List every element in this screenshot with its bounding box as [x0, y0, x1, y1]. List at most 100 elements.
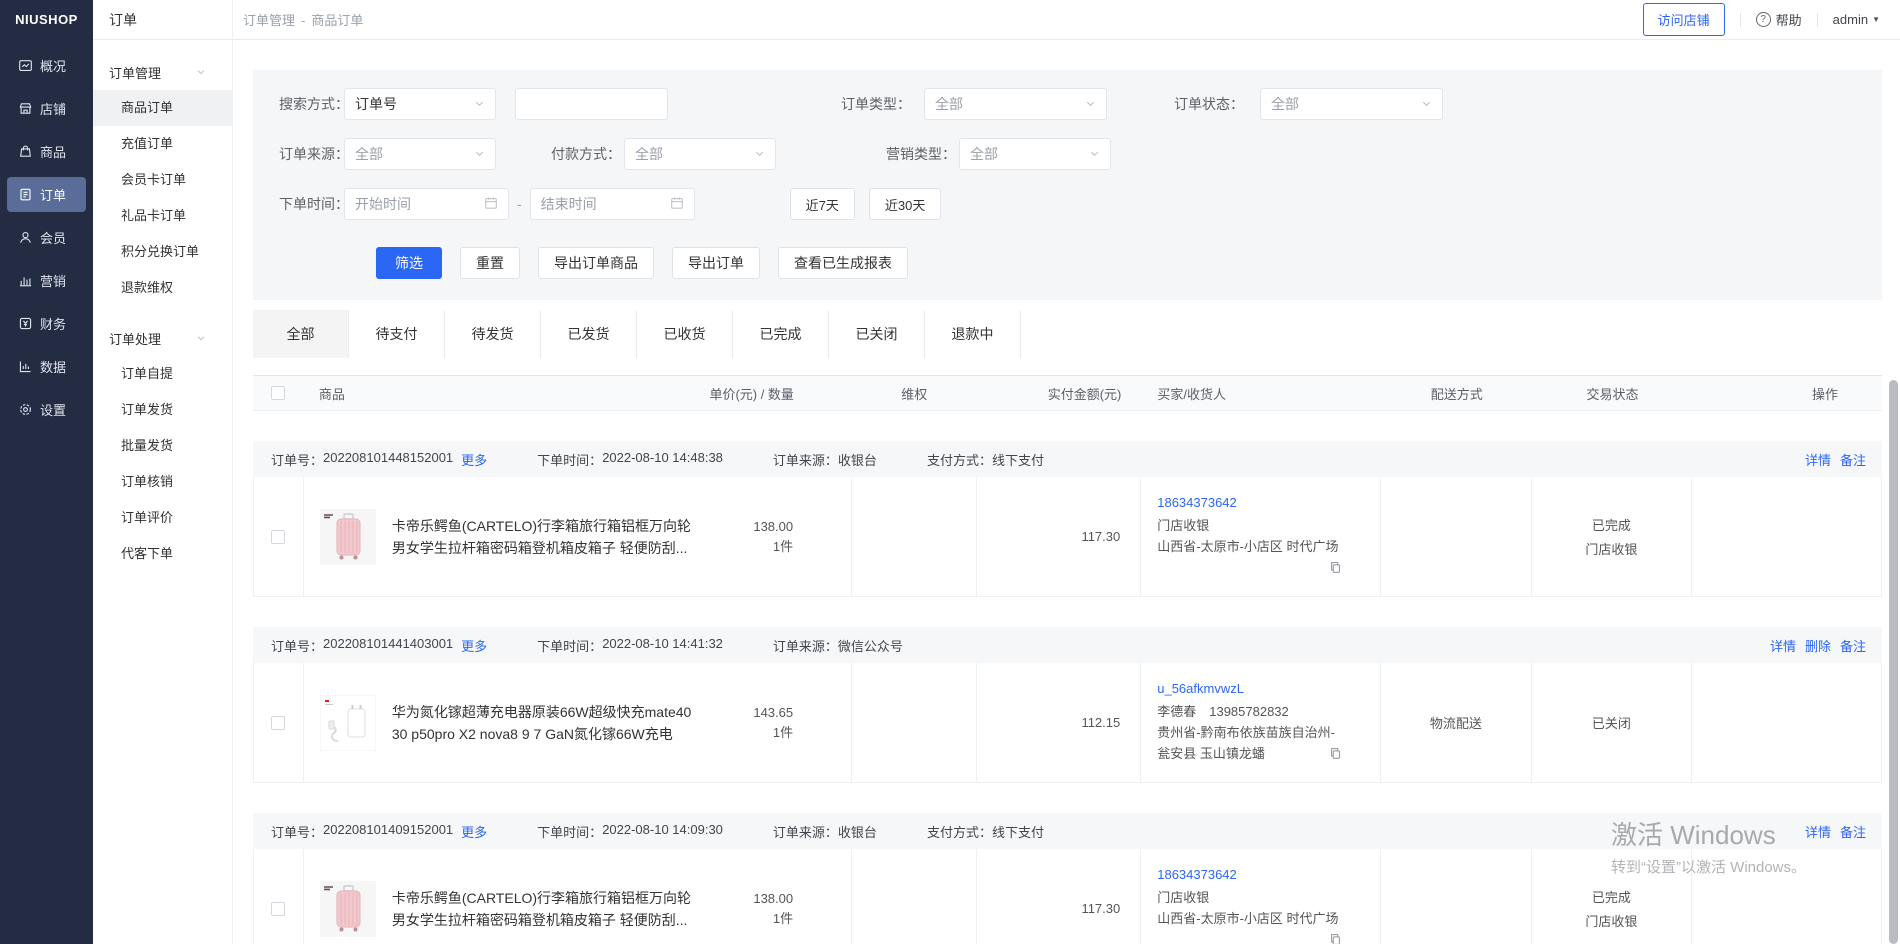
detail-link[interactable]: 详情: [1805, 450, 1831, 469]
marketing-type-select[interactable]: 全部: [959, 138, 1111, 170]
select-all-checkbox[interactable]: [271, 386, 285, 400]
order-group: 订单号：202208101441403001更多下单时间：2022-08-10 …: [253, 627, 1882, 783]
subnav-item-points-exchange-orders[interactable]: 积分兑换订单: [93, 234, 232, 270]
start-time-input[interactable]: 开始时间: [344, 188, 509, 220]
row-checkbox[interactable]: [271, 530, 285, 544]
subnav-item-order-verification[interactable]: 订单核销: [93, 464, 232, 500]
sidebar-item-finance[interactable]: 财务: [7, 306, 86, 341]
end-time-input[interactable]: 结束时间: [530, 188, 695, 220]
sidebar-item-overview[interactable]: 概况: [7, 48, 86, 83]
paid-amount: 117.30: [977, 477, 1142, 596]
buyer-cell: 18634373642门店收银山西省-太原市-小店区 时代广场: [1141, 849, 1380, 944]
help-label: 帮助: [1776, 10, 1802, 29]
export-order-goods-button[interactable]: 导出订单商品: [538, 247, 654, 279]
order-row: 卡帝乐鳄鱼(CARTELO)行李箱旅行箱铝框万向轮男女学生拉杆箱密码箱登机箱皮箱…: [253, 477, 1882, 597]
row-checkbox[interactable]: [271, 716, 285, 730]
trade-status: 已完成门店收银: [1532, 849, 1691, 944]
buyer-link[interactable]: 18634373642: [1157, 864, 1339, 885]
subnav-item-batch-delivery[interactable]: 批量发货: [93, 428, 232, 464]
subnav-item-member-card-orders[interactable]: 会员卡订单: [93, 162, 232, 198]
unit-price: 143.65: [753, 703, 793, 723]
detail-link[interactable]: 详情: [1805, 822, 1831, 841]
remark-link[interactable]: 备注: [1840, 450, 1866, 469]
pay-type-select[interactable]: 全部: [624, 138, 776, 170]
subnav-item-proxy-order[interactable]: 代客下单: [93, 536, 232, 572]
subnav-item-recharge-orders[interactable]: 充值订单: [93, 126, 232, 162]
delivery-method: [1381, 849, 1533, 944]
chevron-down-icon: [474, 96, 485, 112]
row-checkbox[interactable]: [271, 902, 285, 916]
product-image-luggage: [320, 509, 376, 565]
product-image-charger: [320, 695, 376, 751]
column-delivery: 配送方式: [1381, 384, 1533, 403]
subnav-item-goods-orders[interactable]: 商品订单: [93, 90, 232, 126]
buyer-link[interactable]: 18634373642: [1157, 492, 1339, 513]
tab-shipped[interactable]: 已发货: [541, 310, 637, 358]
buyer-line: 山西省-太原市-小店区 时代广场: [1157, 908, 1339, 929]
order-type-select[interactable]: 全部: [924, 88, 1107, 120]
sidebar-item-settings[interactable]: 设置: [7, 392, 86, 427]
tab-completed[interactable]: 已完成: [733, 310, 829, 358]
operations-cell: [1692, 663, 1881, 782]
more-link[interactable]: 更多: [461, 450, 487, 469]
subnav-item-gift-card-orders[interactable]: 礼品卡订单: [93, 198, 232, 234]
chevron-down-icon: [754, 146, 765, 162]
copy-icon[interactable]: [1329, 745, 1342, 766]
sidebar-item-goods[interactable]: 商品: [7, 134, 86, 169]
view-generated-report-button[interactable]: 查看已生成报表: [778, 247, 908, 279]
subnav-item-order-review[interactable]: 订单评价: [93, 500, 232, 536]
order-no: 202208101448152001: [323, 450, 453, 469]
filter-button[interactable]: 筛选: [376, 247, 442, 279]
buyer-link[interactable]: u_56afkmvwzL: [1157, 678, 1339, 699]
tab-all[interactable]: 全部: [253, 310, 349, 358]
more-link[interactable]: 更多: [461, 636, 487, 655]
order-time-label: 下单时间：: [279, 194, 344, 214]
order-source-select[interactable]: 全部: [344, 138, 496, 170]
sidebar-item-data[interactable]: 数据: [7, 349, 86, 384]
order-no: 202208101441403001: [323, 636, 453, 655]
detail-link[interactable]: 详情: [1770, 636, 1796, 655]
sidebar-item-orders[interactable]: 订单: [7, 177, 86, 212]
vertical-scrollbar[interactable]: [1889, 380, 1898, 944]
search-type-select[interactable]: 订单号: [344, 88, 496, 120]
delete-link[interactable]: 删除: [1805, 636, 1831, 655]
product-name: 华为氮化镓超薄充电器原装66W超级快充mate4030 p50pro X2 no…: [392, 701, 697, 745]
copy-icon[interactable]: [1329, 559, 1342, 580]
tab-closed[interactable]: 已关闭: [829, 310, 925, 358]
tab-received[interactable]: 已收货: [637, 310, 733, 358]
pay-type-label: 付款方式：: [551, 144, 616, 164]
breadcrumb-separator: -: [301, 13, 305, 28]
subnav-item-order-pickup[interactable]: 订单自提: [93, 356, 232, 392]
user-menu[interactable]: admin ▼: [1833, 12, 1880, 27]
main-area: 订单管理-商品订单 访问店铺 ? 帮助 admin ▼ 搜索方式: [233, 0, 1900, 944]
chevron-down-icon: [1089, 146, 1100, 162]
buyer-line: 门店收银: [1157, 887, 1339, 908]
sidebar-item-marketing[interactable]: 营销: [7, 263, 86, 298]
search-keyword-input[interactable]: [515, 88, 668, 120]
sidebar-item-store[interactable]: 店铺: [7, 91, 86, 126]
order-source: 微信公众号: [838, 636, 903, 655]
subnav-item-order-delivery[interactable]: 订单发货: [93, 392, 232, 428]
sidebar-item-members[interactable]: 会员: [7, 220, 86, 255]
reset-button[interactable]: 重置: [460, 247, 520, 279]
visit-shop-button[interactable]: 访问店铺: [1643, 3, 1725, 36]
tab-pending-ship[interactable]: 待发货: [445, 310, 541, 358]
subnav-item-refund-rights[interactable]: 退款维权: [93, 270, 232, 306]
breadcrumb-parent: 订单管理: [243, 13, 295, 28]
subnav-group-order-processing[interactable]: 订单处理: [93, 320, 232, 356]
order-status-select[interactable]: 全部: [1260, 88, 1443, 120]
tab-pending-pay[interactable]: 待支付: [349, 310, 445, 358]
help-button[interactable]: ? 帮助: [1756, 10, 1802, 29]
remark-link[interactable]: 备注: [1840, 636, 1866, 655]
tab-refunding[interactable]: 退款中: [925, 310, 1021, 358]
copy-icon[interactable]: [1329, 931, 1342, 944]
remark-link[interactable]: 备注: [1840, 822, 1866, 841]
product-image-luggage: [320, 881, 376, 937]
order-group-header: 订单号：202208101409152001更多下单时间：2022-08-10 …: [253, 813, 1882, 849]
last-30-days-button[interactable]: 近30天: [869, 188, 941, 220]
more-link[interactable]: 更多: [461, 822, 487, 841]
subnav-group-order-management[interactable]: 订单管理: [93, 54, 232, 90]
last-7-days-button[interactable]: 近7天: [790, 188, 855, 220]
pay-type-value: 全部: [635, 144, 663, 164]
export-order-button[interactable]: 导出订单: [672, 247, 760, 279]
